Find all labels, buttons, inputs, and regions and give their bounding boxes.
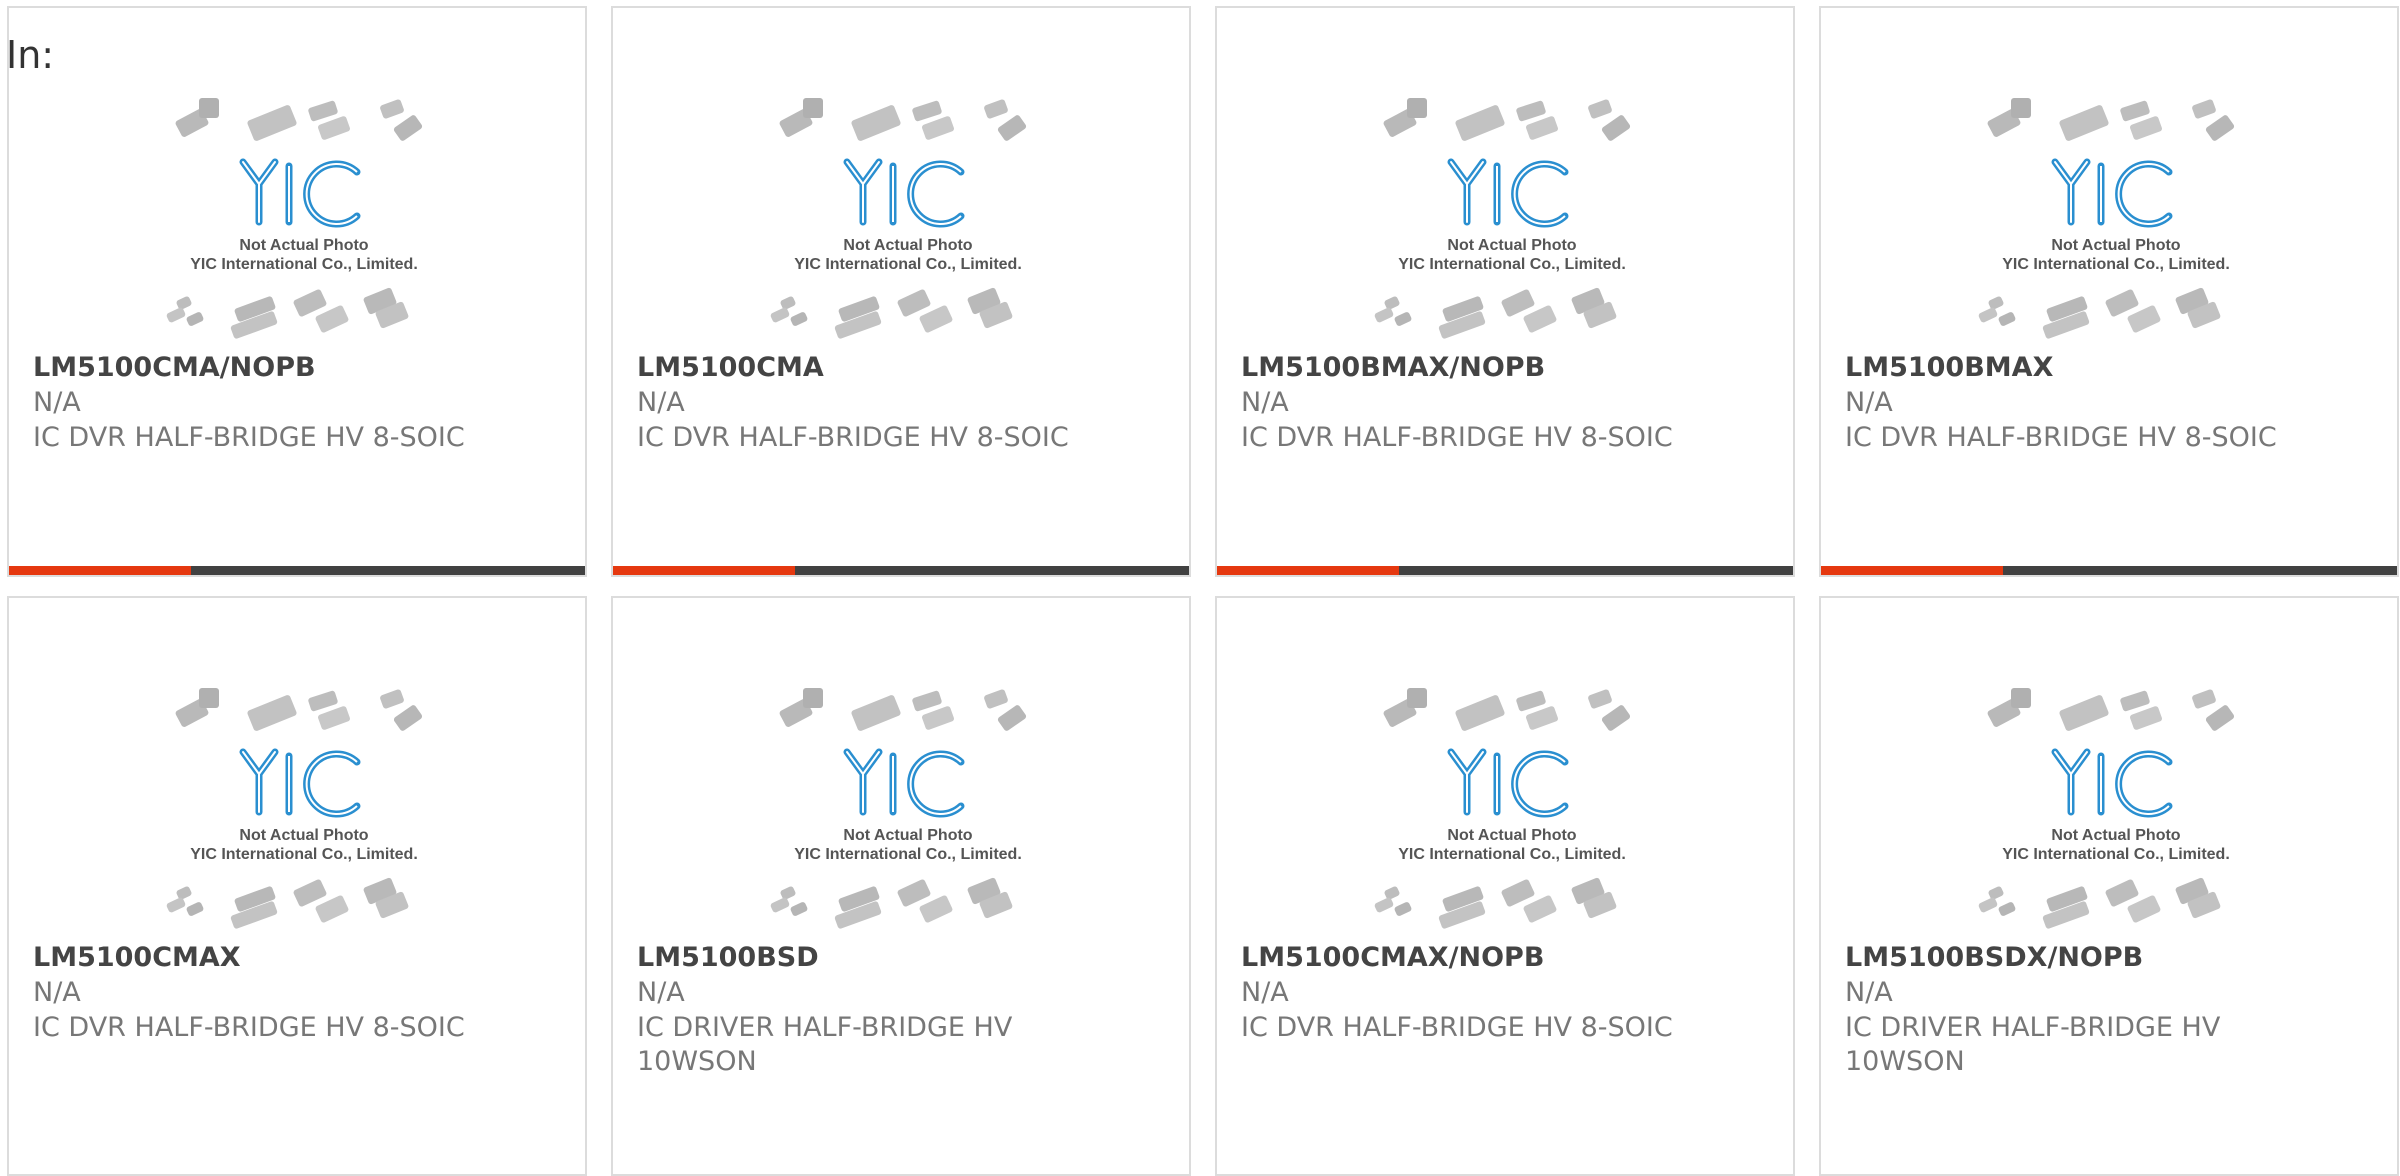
manufacturer: N/A <box>1845 977 1893 1008</box>
product-grid: Not Actual Photo YIC International Co., … <box>0 0 2400 1176</box>
description: IC DVR HALF-BRIDGE HV 8-SOIC <box>33 1012 465 1043</box>
part-number[interactable]: LM5100CMA <box>637 352 824 383</box>
svg-text:YIC International Co., Limited: YIC International Co., Limited. <box>794 846 1022 863</box>
description: IC DVR HALF-BRIDGE HV 8-SOIC <box>637 422 1069 453</box>
product-card[interactable]: Not Actual Photo YIC International Co., … <box>7 596 587 1176</box>
product-card[interactable]: Not Actual Photo YIC International Co., … <box>611 6 1191 577</box>
description: IC DVR HALF-BRIDGE HV 8-SOIC <box>1845 422 2277 453</box>
product-card[interactable]: Not Actual Photo YIC International Co., … <box>1819 596 2399 1176</box>
yic-not-actual-photo-icon: Not Actual Photo YIC International Co., … <box>1971 92 2261 342</box>
part-number[interactable]: LM5100BSDX/NOPB <box>1845 942 2143 973</box>
yic-not-actual-photo-icon: Not Actual Photo YIC International Co., … <box>1367 92 1657 342</box>
svg-text:Not Actual Photo: Not Actual Photo <box>843 827 972 844</box>
manufacturer: N/A <box>1241 387 1289 418</box>
yic-not-actual-photo-icon: Not Actual Photo YIC International Co., … <box>763 682 1053 932</box>
svg-text:Not Actual Photo: Not Actual Photo <box>1447 237 1576 254</box>
description: IC DVR HALF-BRIDGE HV 8-SOIC <box>1241 422 1673 453</box>
part-number[interactable]: LM5100BMAX/NOPB <box>1241 352 1545 383</box>
svg-text:YIC International Co., Limited: YIC International Co., Limited. <box>190 846 418 863</box>
svg-text:YIC International Co., Limited: YIC International Co., Limited. <box>2002 256 2230 273</box>
description: IC DRIVER HALF-BRIDGE HV 10WSON <box>1845 1012 2221 1077</box>
svg-text:YIC International Co., Limited: YIC International Co., Limited. <box>2002 846 2230 863</box>
manufacturer: N/A <box>637 387 685 418</box>
card-accent-bar <box>1821 566 2003 575</box>
part-number[interactable]: LM5100CMAX/NOPB <box>1241 942 1544 973</box>
svg-text:Not Actual Photo: Not Actual Photo <box>239 827 368 844</box>
manufacturer: N/A <box>33 387 81 418</box>
svg-text:YIC International Co., Limited: YIC International Co., Limited. <box>190 256 418 273</box>
part-number[interactable]: LM5100BMAX <box>1845 352 2053 383</box>
svg-text:YIC International Co., Limited: YIC International Co., Limited. <box>1398 846 1626 863</box>
product-card[interactable]: Not Actual Photo YIC International Co., … <box>7 6 587 577</box>
card-accent-bar <box>613 566 795 575</box>
product-card[interactable]: Not Actual Photo YIC International Co., … <box>1819 6 2399 577</box>
yic-not-actual-photo-icon: Not Actual Photo YIC International Co., … <box>1971 682 2261 932</box>
svg-text:Not Actual Photo: Not Actual Photo <box>2051 237 2180 254</box>
card-bottom-bar <box>613 566 1189 575</box>
product-card[interactable]: Not Actual Photo YIC International Co., … <box>611 596 1191 1176</box>
manufacturer: N/A <box>637 977 685 1008</box>
svg-text:Not Actual Photo: Not Actual Photo <box>1447 827 1576 844</box>
manufacturer: N/A <box>1241 977 1289 1008</box>
product-card[interactable]: Not Actual Photo YIC International Co., … <box>1215 596 1795 1176</box>
card-bottom-bar <box>1821 566 2397 575</box>
part-number[interactable]: LM5100BSD <box>637 942 819 973</box>
svg-text:Not Actual Photo: Not Actual Photo <box>843 237 972 254</box>
filter-label: In: <box>6 33 55 77</box>
card-accent-bar <box>9 566 191 575</box>
manufacturer: N/A <box>1845 387 1893 418</box>
card-accent-bar <box>1217 566 1399 575</box>
part-number[interactable]: LM5100CMAX <box>33 942 241 973</box>
product-card[interactable]: Not Actual Photo YIC International Co., … <box>1215 6 1795 577</box>
yic-not-actual-photo-icon: Not Actual Photo YIC International Co., … <box>159 682 449 932</box>
svg-text:YIC International Co., Limited: YIC International Co., Limited. <box>1398 256 1626 273</box>
description: IC DVR HALF-BRIDGE HV 8-SOIC <box>1241 1012 1673 1043</box>
svg-text:Not Actual Photo: Not Actual Photo <box>2051 827 2180 844</box>
part-number[interactable]: LM5100CMA/NOPB <box>33 352 316 383</box>
yic-not-actual-photo-icon: Not Actual Photo YIC International Co., … <box>159 92 449 342</box>
manufacturer: N/A <box>33 977 81 1008</box>
card-bottom-bar <box>9 566 585 575</box>
description: IC DVR HALF-BRIDGE HV 8-SOIC <box>33 422 465 453</box>
description: IC DRIVER HALF-BRIDGE HV 10WSON <box>637 1012 1013 1077</box>
svg-text:Not Actual Photo: Not Actual Photo <box>239 237 368 254</box>
svg-text:YIC International Co., Limited: YIC International Co., Limited. <box>794 256 1022 273</box>
yic-not-actual-photo-icon: Not Actual Photo YIC International Co., … <box>1367 682 1657 932</box>
yic-not-actual-photo-icon: Not Actual Photo YIC International Co., … <box>763 92 1053 342</box>
card-bottom-bar <box>1217 566 1793 575</box>
